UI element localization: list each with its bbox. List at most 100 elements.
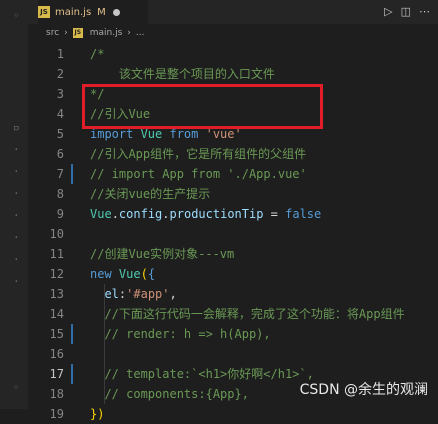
code-line[interactable]: 19}) (28, 404, 438, 424)
code-token: '#app' (126, 287, 170, 301)
breadcrumb-folder[interactable]: src (46, 28, 59, 38)
code-token: /* (90, 47, 105, 61)
code-token: 'vue' (205, 127, 242, 141)
code-line[interactable]: 11 //创建Vue实例对象---vm (28, 244, 438, 264)
line-number: 14 (49, 307, 64, 321)
line-number: 15 (49, 327, 64, 341)
more-actions-icon[interactable]: ⋯ (419, 5, 430, 18)
line-number: 19 (49, 407, 64, 421)
unsaved-dot-icon[interactable] (112, 8, 120, 16)
indent-guide (104, 344, 105, 364)
git-change-marker[interactable] (71, 364, 73, 384)
code-token: config (118, 207, 163, 221)
code-token: //下面这行代码一会解释，完成了这个功能：将App组件 (90, 307, 405, 321)
git-change-marker[interactable] (71, 324, 73, 344)
line-number: 1 (56, 47, 64, 61)
code-text: el:'#app', (90, 284, 177, 304)
run-icon[interactable]: ▷ (384, 5, 392, 18)
js-file-icon: JS (72, 28, 83, 38)
code-token: // import App from './App.vue' (90, 167, 307, 181)
code-token: Vue (118, 267, 141, 281)
code-line[interactable]: 16 (28, 344, 438, 364)
code-token: // components:{App}, (90, 387, 249, 401)
tab-bar: JS main.js M ▷ ◫ ⋯ (28, 0, 438, 24)
activity-mark-icon: ▫ (13, 121, 20, 134)
code-token: import (90, 127, 141, 141)
modified-badge: M (97, 6, 106, 18)
code-text: //关闭vue的生产提示 (90, 184, 210, 204)
code-line[interactable]: 12 new Vue({ (28, 264, 438, 284)
code-token: from (169, 127, 206, 141)
line-number: 3 (56, 87, 64, 101)
code-line[interactable]: 13 el:'#app', (28, 284, 438, 304)
line-number: 7 (56, 167, 64, 181)
code-token: }) (90, 407, 105, 421)
activity-mark-icon: · (13, 231, 20, 244)
code-token: 该文件是整个项目的入口文件 (90, 67, 275, 81)
line-number: 2 (56, 67, 64, 81)
code-line[interactable]: 8 //关闭vue的生产提示 (28, 184, 438, 204)
activity-mark-icon: ◦ (13, 381, 20, 394)
code-text: // render: h => h(App), (90, 324, 271, 344)
code-line[interactable]: 14 //下面这行代码一会解释，完成了这个功能：将App组件 (28, 304, 438, 324)
code-text: }) (90, 404, 104, 424)
code-text: //创建Vue实例对象---vm (90, 244, 234, 264)
activity-mark-icon: · (13, 143, 20, 156)
code-token: ( (140, 267, 148, 281)
line-number: 13 (49, 287, 64, 301)
activity-mark-icon: · (13, 253, 20, 266)
code-token: false (285, 207, 322, 221)
code-token: = (263, 207, 286, 221)
code-text: new Vue({ (90, 264, 155, 284)
git-change-marker[interactable] (71, 164, 73, 184)
code-line[interactable]: 2 该文件是整个项目的入口文件 (28, 64, 438, 84)
line-number: 8 (56, 187, 64, 201)
code-token: //创建Vue实例对象---vm (90, 247, 235, 261)
line-number: 11 (49, 247, 64, 261)
code-text: // import App from './App.vue' (90, 164, 307, 184)
activity-bar: ◦ ▫ · · · · · · · ◦ (0, 0, 28, 409)
js-file-icon: JS (38, 6, 50, 18)
line-number: 6 (56, 147, 64, 161)
code-line[interactable]: 10 (28, 224, 438, 244)
code-token: //引入App组件，它是所有组件的父组件 (90, 147, 307, 161)
code-text: // components:{App}, (90, 384, 249, 404)
code-token: //关闭vue的生产提示 (90, 187, 211, 201)
code-text: Vue.config.productionTip = false (90, 204, 321, 224)
line-number: 17 (49, 367, 64, 381)
activity-mark-icon: · (13, 209, 20, 222)
code-text: //引入App组件，它是所有组件的父组件 (90, 144, 306, 164)
highlight-box (82, 84, 323, 129)
breadcrumb: src › JS main.js › ... (46, 26, 145, 40)
tab-filename: main.js (55, 6, 92, 18)
line-number: 5 (56, 127, 64, 141)
code-token: . (162, 207, 170, 221)
code-token: Vue (90, 207, 112, 221)
line-number: 12 (49, 267, 64, 281)
code-text: //下面这行代码一会解释，完成了这个功能：将App组件 (90, 304, 405, 324)
code-token: // render: h => h(App), (90, 327, 271, 341)
split-editor-icon[interactable]: ◫ (401, 5, 411, 18)
code-line[interactable]: 1 /* (28, 44, 438, 64)
tab-main-js[interactable]: JS main.js M (38, 0, 148, 24)
code-token: new (90, 267, 119, 281)
watermark: CSDN @余生的观澜 (299, 382, 428, 398)
code-token: el (90, 287, 119, 301)
code-line[interactable]: 9 Vue.config.productionTip = false (28, 204, 438, 224)
code-line[interactable]: 6 //引入App组件，它是所有组件的父组件 (28, 144, 438, 164)
line-number: 10 (49, 227, 64, 241)
breadcrumb-tail[interactable]: ... (136, 28, 145, 38)
code-token: { (147, 267, 156, 281)
breadcrumb-file[interactable]: main.js (90, 28, 123, 38)
activity-mark-icon: · (13, 275, 20, 288)
line-number: 18 (49, 387, 64, 401)
editor-actions: ▷ ◫ ⋯ (384, 5, 430, 18)
code-line[interactable]: 7 // import App from './App.vue' (28, 164, 438, 184)
line-number: 16 (49, 347, 64, 361)
code-token: , (169, 287, 177, 301)
breadcrumb-separator: › (127, 28, 131, 38)
code-line[interactable]: 15 // render: h => h(App), (28, 324, 438, 344)
activity-mark-icon: ◦ (13, 9, 20, 22)
activity-mark-icon: · (13, 187, 20, 200)
breadcrumb-separator: › (64, 28, 68, 38)
